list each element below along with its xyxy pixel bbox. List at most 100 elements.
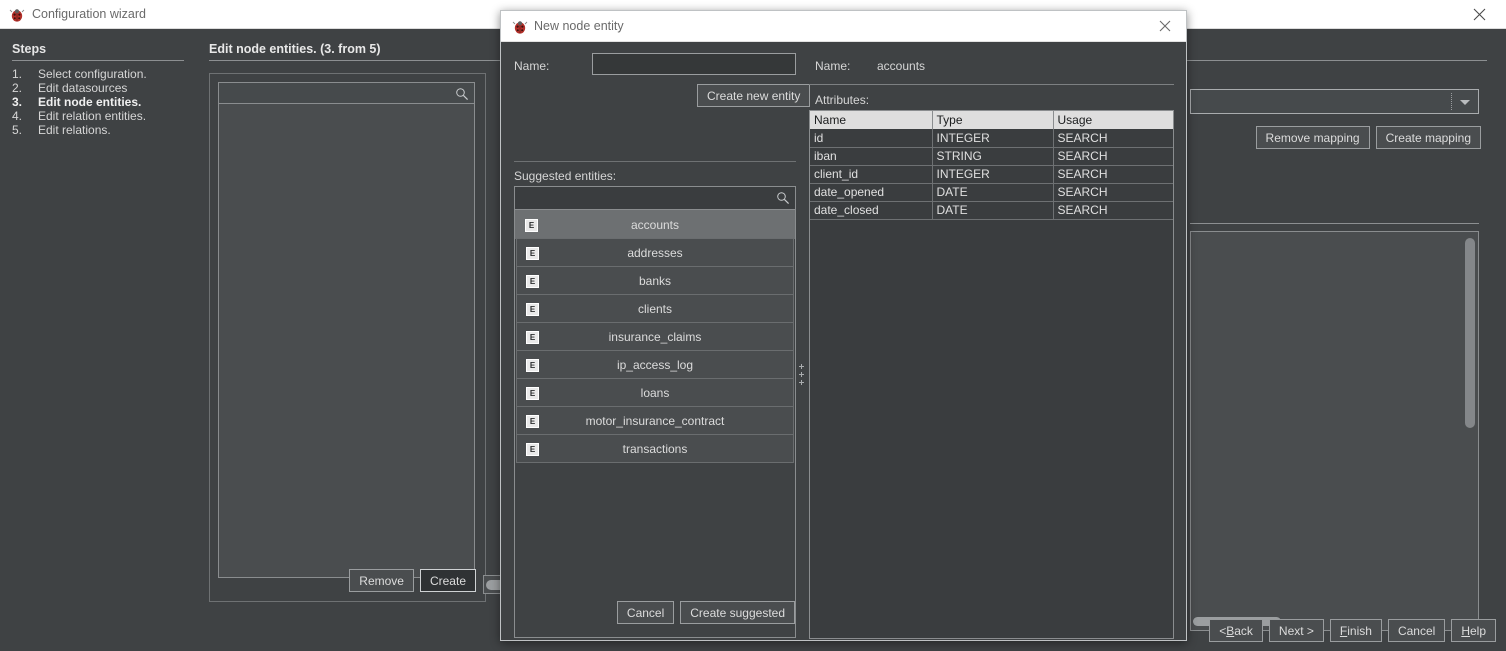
node-entities-search-input[interactable] xyxy=(218,82,475,104)
cell-type: DATE xyxy=(932,183,1054,202)
help-button[interactable]: Help xyxy=(1451,619,1496,642)
close-icon xyxy=(1159,20,1171,32)
cell-usage: SEARCH xyxy=(1053,201,1173,220)
entity-badge-icon: E xyxy=(526,275,539,288)
preview-name-label: Name: xyxy=(815,59,851,73)
cancel-button[interactable]: Cancel xyxy=(1387,619,1446,642)
suggested-entities-list[interactable]: E accounts E addresses E banks E clients xyxy=(514,210,796,638)
mapping-list-vscrollbar-thumb[interactable] xyxy=(1465,238,1475,428)
cell-type: DATE xyxy=(932,201,1054,220)
table-row[interactable]: date_closed DATE SEARCH xyxy=(810,201,1173,220)
entity-name-label: Name: xyxy=(514,59,550,73)
next-button[interactable]: Next > xyxy=(1268,619,1324,642)
attributes-table[interactable]: Name Type Usage id INTEGER SEARCH iban S… xyxy=(810,111,1173,220)
remove-button[interactable]: Remove xyxy=(349,569,414,592)
cell-usage: SEARCH xyxy=(1053,129,1173,148)
cell-usage: SEARCH xyxy=(1053,183,1173,202)
list-item-label: ip_access_log xyxy=(616,357,694,372)
cell-name: date_opened xyxy=(810,183,933,202)
list-item-label: insurance_claims xyxy=(608,329,702,344)
cell-name: iban xyxy=(810,147,933,166)
window-close-button[interactable] xyxy=(1458,0,1500,28)
suggested-entities-search-input[interactable] xyxy=(514,186,796,210)
mapping-list-vscrollbar[interactable] xyxy=(1464,234,1476,628)
mapping-panel: Remove mapping Create mapping xyxy=(1184,73,1487,631)
mapping-actions: Remove mapping Create mapping xyxy=(1255,126,1481,149)
back-button-prefix: < xyxy=(1219,623,1227,638)
search-icon xyxy=(455,87,469,104)
ladybug-icon xyxy=(512,19,528,35)
list-item-label: accounts xyxy=(630,217,680,232)
back-button[interactable]: < Back xyxy=(1209,619,1263,642)
list-item[interactable]: E accounts xyxy=(515,210,795,239)
remove-mapping-button[interactable]: Remove mapping xyxy=(1255,126,1370,149)
mapping-list[interactable] xyxy=(1190,231,1479,631)
dialog-close-button[interactable] xyxy=(1148,13,1182,39)
create-suggested-button[interactable]: Create suggested xyxy=(680,601,795,624)
entity-badge-icon: E xyxy=(526,415,539,428)
column-header-name[interactable]: Name xyxy=(810,111,933,129)
list-item[interactable]: E motor_insurance_contract xyxy=(516,406,794,435)
cell-usage: SEARCH xyxy=(1053,165,1173,184)
cell-type: STRING xyxy=(932,147,1054,166)
dialog-cancel-button[interactable]: Cancel xyxy=(616,601,675,624)
splitter-grip[interactable] xyxy=(799,364,804,388)
step-number: 4. xyxy=(12,109,23,123)
step-item-5: 5. Edit relations. xyxy=(12,123,202,137)
chevron-down-icon xyxy=(1460,100,1470,105)
attributes-label: Attributes: xyxy=(815,93,870,107)
window-title: Configuration wizard xyxy=(32,7,146,21)
step-item-2: 2. Edit datasources xyxy=(12,81,202,95)
table-row[interactable]: client_id INTEGER SEARCH xyxy=(810,165,1173,184)
step-label: Edit node entities. xyxy=(38,95,142,109)
column-header-usage[interactable]: Usage xyxy=(1053,111,1173,129)
entity-badge-icon: E xyxy=(526,247,539,260)
list-item[interactable]: E ip_access_log xyxy=(516,350,794,379)
datasource-combobox[interactable] xyxy=(1190,89,1479,114)
node-entities-panel: Remove Create xyxy=(209,73,486,602)
cancel-button-label: Cancel xyxy=(1397,623,1436,638)
step-label: Edit relation entities. xyxy=(38,109,147,123)
entity-badge-icon: E xyxy=(525,219,538,232)
list-item[interactable]: E banks xyxy=(516,266,794,295)
create-new-entity-button[interactable]: Create new entity xyxy=(697,84,811,107)
steps-divider xyxy=(12,60,184,61)
entity-badge-icon: E xyxy=(526,443,539,456)
list-item[interactable]: E loans xyxy=(516,378,794,407)
help-button-mnemonic: H xyxy=(1461,623,1470,638)
dialog-splitter[interactable] xyxy=(796,42,808,640)
list-item[interactable]: E insurance_claims xyxy=(516,322,794,351)
search-icon xyxy=(776,191,790,208)
dialog-right-column: Name: accounts Attributes: Name Type Usa… xyxy=(808,42,1186,640)
step-label: Edit relations. xyxy=(38,123,111,137)
step-item-1: 1. Select configuration. xyxy=(12,67,202,81)
step-label: Edit datasources xyxy=(38,81,128,95)
create-mapping-button[interactable]: Create mapping xyxy=(1375,126,1481,149)
grip-dot-icon xyxy=(799,364,804,369)
help-button-suffix: elp xyxy=(1469,623,1486,638)
list-item-label: addresses xyxy=(627,245,683,260)
mapping-divider xyxy=(1190,223,1479,224)
list-item[interactable]: E addresses xyxy=(516,238,794,267)
entity-name-input[interactable] xyxy=(592,53,796,75)
table-row[interactable]: iban STRING SEARCH xyxy=(810,147,1173,166)
list-item-label: banks xyxy=(638,273,672,288)
steps-heading: Steps xyxy=(12,42,47,56)
grip-dot-icon xyxy=(799,372,804,377)
list-item[interactable]: E transactions xyxy=(516,434,794,463)
list-item-label: loans xyxy=(640,385,670,400)
suggested-entities-label: Suggested entities: xyxy=(514,169,617,183)
node-entities-list[interactable] xyxy=(218,104,475,578)
create-button[interactable]: Create xyxy=(419,569,476,592)
node-entities-actions: Remove Create xyxy=(349,569,476,592)
column-header-type[interactable]: Type xyxy=(932,111,1054,129)
table-row[interactable]: date_opened DATE SEARCH xyxy=(810,183,1173,202)
step-number: 2. xyxy=(12,81,23,95)
step-number: 3. xyxy=(12,95,23,109)
cell-usage: SEARCH xyxy=(1053,147,1173,166)
table-row[interactable]: id INTEGER SEARCH xyxy=(810,129,1173,148)
ladybug-icon xyxy=(9,7,25,23)
list-item[interactable]: E clients xyxy=(516,294,794,323)
finish-button[interactable]: Finish xyxy=(1329,619,1382,642)
preview-divider xyxy=(809,84,1174,85)
